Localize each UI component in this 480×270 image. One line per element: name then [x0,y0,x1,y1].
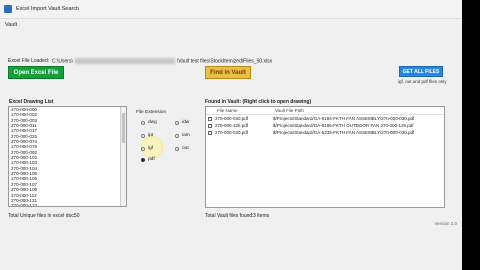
row-checkbox[interactable] [208,116,212,121]
excel-drawing-list[interactable]: 270-000-000 270-000-002 270-000-003 270-000… [8,106,127,207]
radio-indicator[interactable] [141,157,145,162]
version-text: Version 2.0 [434,221,457,226]
file-extension-group: File Extension dwg idw ipt iam igf out pdf [133,104,199,164]
radio-indicator[interactable] [175,133,179,138]
excel-file-path: C:\Users\ \Vault test files\StockItemized… [52,58,273,65]
column-file-name[interactable]: File Name [217,108,275,113]
radio-indicator[interactable] [175,120,179,125]
radio-label: idw [182,120,190,125]
radio-label: out [182,146,189,151]
radio-iam[interactable]: iam [175,133,190,138]
find-in-vault-button[interactable]: Find in Vault [205,66,251,79]
table-row[interactable]: 270-000-030.pdf $/Projects/Standard/GA-51… [206,115,444,122]
radio-indicator[interactable] [175,146,179,151]
total-unique-label: Total Unique files in excel doc: [8,213,76,219]
radio-label: igf [148,146,154,151]
total-vault-label: Total Vault files found: [205,213,254,219]
total-unique-value: 50 [74,213,80,219]
scrollbar-thumb[interactable] [122,113,125,143]
found-in-vault-label: Found in Vault: (Right click to open dra… [205,99,312,105]
cell-file-name: 270-000-125.pdf [215,123,249,128]
radio-ipt[interactable]: ipt [141,133,153,138]
cell-file-name: 270-000-030.pdf [215,116,249,121]
radio-label: iam [182,133,190,138]
radio-label: pdf [148,157,155,162]
app-icon [4,5,12,13]
radio-indicator[interactable] [141,120,145,125]
row-checkbox[interactable] [208,123,212,128]
cell-file-name: 270-000-030.pdf [215,130,249,135]
file-extension-label: File Extension [136,110,167,115]
column-vault-file-path[interactable]: Vault File Path [275,108,444,113]
radio-indicator[interactable] [141,146,145,151]
radio-label: dwg [148,120,157,125]
radio-indicator[interactable] [141,133,145,138]
get-all-files-button[interactable]: GET ALL FILES [399,66,443,77]
menu-vault[interactable]: Vault [5,22,17,28]
menu-bar: Vault [0,19,462,31]
radio-igf[interactable]: igf [141,146,153,151]
redacted-username [74,58,175,64]
grid-header: File Name Vault File Path [206,107,444,115]
radio-label: ipt [148,133,154,138]
list-scrollbar[interactable] [120,107,126,206]
row-checkbox[interactable] [208,130,212,135]
radio-idw[interactable]: idw [175,120,189,125]
window-title: Excel Import Vault Search [16,6,80,12]
list-item[interactable]: 270-000-123 [9,203,126,206]
file-type-hint: igf, out and pdf files only [398,79,447,84]
radio-out[interactable]: out [175,146,189,151]
radio-dwg[interactable]: dwg [141,120,157,125]
title-bar: Excel Import Vault Search [0,0,462,19]
cell-vault-path: $/Projects/Standard/GA-5186-FKTH OUTDOOR… [273,123,414,128]
total-vault-value: 3 items [253,213,270,219]
cell-vault-path: $/Projects/Standard/GA-5184-FKTH FAN ASS… [273,116,415,121]
excel-file-label: Excel File Loaded: [8,58,50,64]
radio-pdf[interactable]: pdf [141,157,155,162]
cell-vault-path: $/Projects/Standard/GA-5235-FKTH FAN ASS… [273,130,415,135]
vault-results-grid[interactable]: File Name Vault File Path 270-000-030.pd… [205,106,445,208]
table-row[interactable]: 270-000-125.pdf $/Projects/Standard/GA-51… [206,122,444,129]
open-excel-button[interactable]: Open Excel File [8,66,64,79]
excel-drawing-list-label: Excel Drawing List [9,99,54,105]
app-window: Excel Import Vault Search Vault Excel Fi… [0,0,462,270]
table-row[interactable]: 270-000-030.pdf $/Projects/Standard/GA-52… [206,129,444,136]
